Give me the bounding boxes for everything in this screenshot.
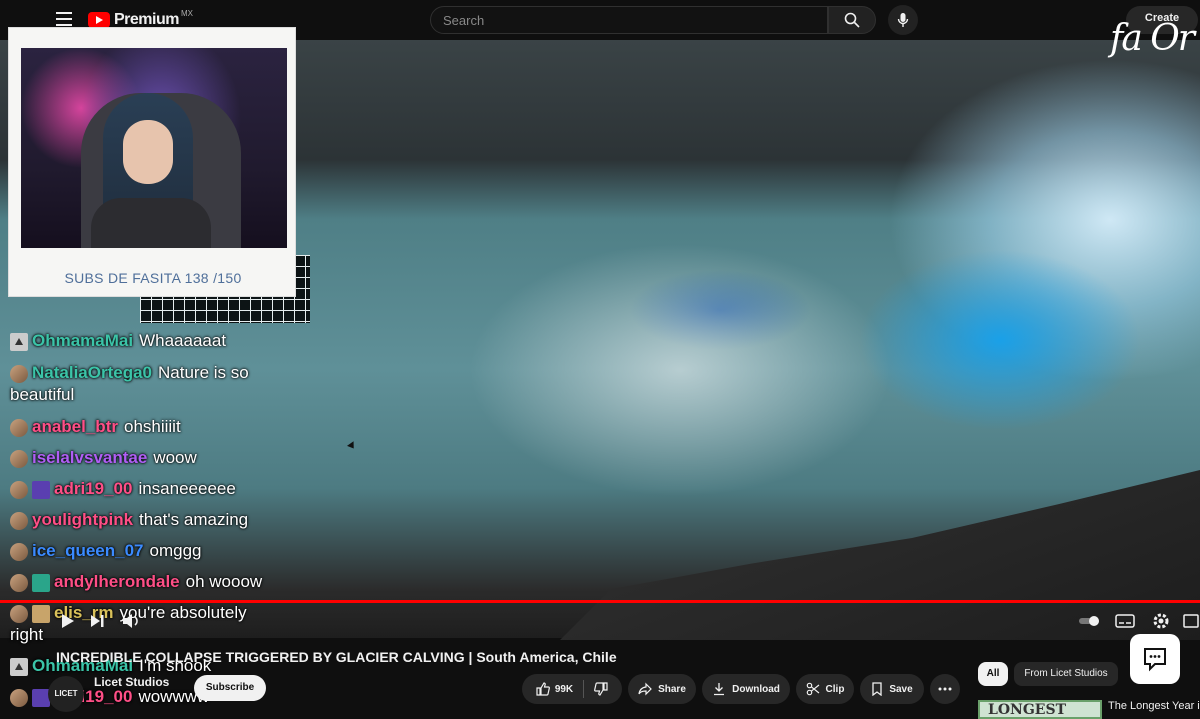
menu-icon[interactable]	[56, 12, 72, 26]
thumbs-up-icon	[536, 682, 550, 696]
subs-goal-label: SUBS DE FASITA 138 /150	[64, 270, 242, 286]
video-title: INCREDIBLE COLLAPSE TRIGGERED BY GLACIER…	[56, 649, 617, 665]
share-label: Share	[658, 683, 686, 695]
share-button[interactable]: Share	[628, 674, 696, 704]
streamer-body	[91, 198, 211, 248]
like-count: 99K	[554, 683, 574, 695]
user-avatar-icon	[10, 480, 28, 499]
chip-from-channel[interactable]: From Licet Studios	[1014, 662, 1118, 686]
chat-bubble-icon	[1144, 648, 1166, 672]
user-avatar-icon	[10, 511, 28, 530]
chat-message: adri19_00 insaneeeeee	[10, 479, 236, 499]
channel-name[interactable]: Licet Studios	[94, 675, 169, 689]
chat-message: iselalvsvantae woow	[10, 448, 197, 468]
autoplay-toggle-icon[interactable]	[1078, 610, 1102, 632]
progress-played	[0, 600, 1200, 603]
chat-text: that's amazing	[139, 510, 249, 529]
chat-toggle-button[interactable]	[1130, 634, 1180, 684]
up-next-thumbnail[interactable]: LONGEST	[978, 700, 1102, 719]
chat-message: NataliaOrtega0 Nature is so	[10, 363, 249, 383]
share-icon	[638, 682, 652, 696]
more-actions-button[interactable]	[930, 674, 960, 704]
chat-message: ice_queen_07 omggg	[10, 541, 202, 561]
chat-username: youlightpink	[32, 510, 134, 529]
next-icon[interactable]	[86, 610, 108, 632]
subtitles-icon[interactable]	[1114, 610, 1136, 632]
save-label: Save	[889, 683, 913, 695]
search-box	[430, 6, 828, 34]
download-label: Download	[732, 683, 780, 695]
chat-username: OhmamaMai	[32, 331, 134, 350]
download-button[interactable]: Download	[702, 674, 790, 704]
channel-avatar[interactable]: LICET	[48, 676, 84, 712]
chat-message: andylherondale oh wooow	[10, 572, 262, 592]
chat-message: OhmamaMai Whaaaaaat	[10, 331, 226, 351]
chat-message: youlightpink that's amazing	[10, 510, 248, 530]
user-avatar-icon	[10, 449, 28, 468]
chat-username: iselalvsvantae	[32, 448, 148, 467]
youtube-play-icon	[88, 12, 110, 28]
progress-bar[interactable]	[0, 600, 1200, 603]
chat-message: anabel_btr ohshiiiit	[10, 417, 181, 437]
gift-badge-icon	[32, 573, 50, 592]
subscribe-button[interactable]: Subscribe	[194, 675, 266, 701]
voice-search-button[interactable]	[888, 5, 918, 35]
scissors-icon	[806, 682, 819, 696]
settings-gear-icon[interactable]	[1150, 610, 1172, 632]
thumbs-down-icon[interactable]	[594, 682, 608, 696]
webcam-overlay: SUBS DE FASITA 138 /150	[8, 27, 296, 297]
save-button[interactable]: Save	[860, 674, 924, 704]
miniplayer-icon[interactable]	[1182, 610, 1200, 632]
chat-username: anabel_btr	[32, 417, 118, 436]
user-avatar-icon	[10, 542, 28, 561]
streamer-face	[123, 120, 173, 184]
subscriber-badge-icon	[32, 480, 50, 499]
up-next-title[interactable]: The Longest Year in	[1108, 700, 1200, 712]
chat-username: andylherondale	[54, 572, 180, 591]
chat-username: ice_queen_07	[32, 541, 144, 560]
clip-label: Clip	[825, 683, 845, 695]
chat-username: adri19_00	[54, 479, 133, 498]
moderator-badge-icon	[10, 332, 28, 351]
streamer-signature-watermark: fa Or	[1110, 18, 1195, 59]
search-button[interactable]	[828, 6, 876, 34]
microphone-icon	[897, 13, 909, 27]
user-avatar-icon	[10, 364, 28, 383]
play-icon[interactable]	[56, 610, 78, 632]
webcam-feed	[21, 48, 287, 248]
chat-text: Whaaaaaat	[139, 331, 227, 350]
bookmark-icon	[872, 682, 882, 696]
chat-username: NataliaOrtega0	[32, 363, 152, 382]
clip-button[interactable]: Clip	[796, 674, 854, 704]
like-dislike-group: 99K	[522, 674, 622, 704]
search-icon	[844, 12, 860, 28]
chat-text: insaneeeeee	[138, 479, 236, 498]
user-avatar-icon	[10, 418, 28, 437]
search-input[interactable]	[431, 7, 825, 34]
like-button[interactable]: 99K	[536, 682, 573, 696]
chat-text: Nature is so	[158, 363, 249, 382]
volume-icon[interactable]	[120, 610, 142, 632]
player-controls	[0, 604, 1200, 638]
logo-region-text: MX	[180, 8, 193, 18]
chat-text: ohshiiiit	[123, 417, 181, 436]
chat-text: woow	[153, 448, 197, 467]
chat-text: omggg	[149, 541, 202, 560]
more-horizontal-icon	[938, 687, 952, 691]
download-icon	[714, 683, 725, 696]
chip-all[interactable]: All	[978, 662, 1008, 686]
like-divider	[583, 680, 585, 698]
user-avatar-icon	[10, 573, 28, 592]
chat-message-continuation: beautiful	[10, 385, 75, 404]
chat-text: oh wooow	[185, 572, 263, 591]
